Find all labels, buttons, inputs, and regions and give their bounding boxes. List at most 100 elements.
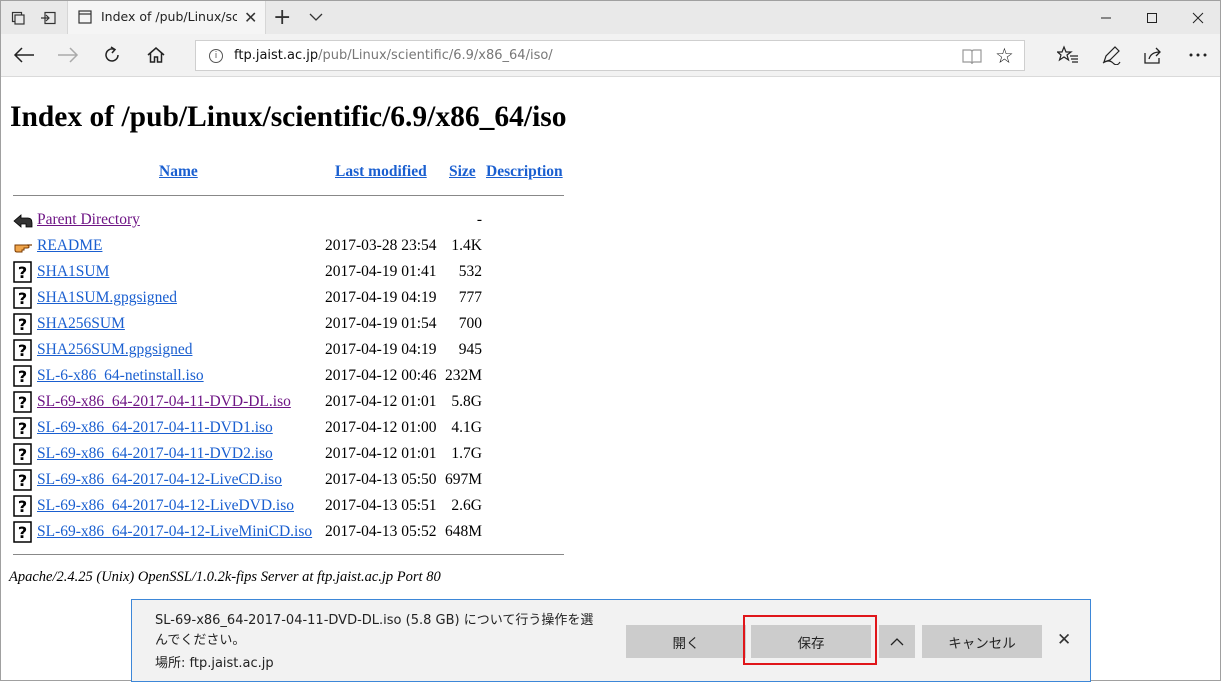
more-icon[interactable] [1185, 42, 1211, 68]
table-row: ? SHA256SUM.gpgsigned 2017-04-19 04:19 945 [1, 337, 601, 363]
column-header-description[interactable]: Description [486, 163, 563, 181]
file-link[interactable]: Parent Directory [37, 211, 140, 229]
tab-preview-icon[interactable] [7, 7, 29, 29]
tab-title: Index of /pub/Linux/scie [101, 9, 237, 24]
file-link[interactable]: SL-69-x86_64-2017-04-11-DVD-DL.iso [37, 393, 291, 411]
download-location: 場所: ftp.jaist.ac.jp [155, 656, 274, 671]
minimize-button[interactable] [1083, 1, 1129, 34]
close-window-button[interactable] [1175, 1, 1221, 34]
file-link[interactable]: SHA1SUM.gpgsigned [37, 289, 177, 307]
server-signature: Apache/2.4.25 (Unix) OpenSSL/1.0.2k-fips… [9, 569, 441, 585]
hand-icon [13, 235, 33, 257]
file-size: 777 [458, 289, 482, 306]
close-icon[interactable]: ✕ [1057, 630, 1071, 650]
svg-text:?: ? [18, 497, 27, 516]
table-row: ? SHA256SUM 2017-04-19 01:54 700 [1, 311, 601, 337]
table-row: README 2017-03-28 23:54 1.4K [1, 233, 601, 259]
back-icon [13, 209, 33, 231]
table-row: ? SL-69-x86_64-2017-04-11-DVD2.iso 2017-04… [1, 441, 601, 467]
back-button[interactable] [11, 42, 37, 68]
file-link[interactable]: SL-6-x86_64-netinstall.iso [37, 367, 204, 385]
pen-icon[interactable] [1098, 42, 1124, 68]
file-size: 1.4K [451, 237, 482, 254]
svg-text:?: ? [18, 315, 27, 334]
unknown-file-icon: ? [13, 287, 33, 309]
page-title: Index of /pub/Linux/scientific/6.9/x86_6… [10, 101, 567, 133]
cancel-button[interactable]: キャンセル [922, 625, 1042, 658]
file-link[interactable]: SL-69-x86_64-2017-04-11-DVD1.iso [37, 419, 273, 437]
svg-text:?: ? [18, 341, 27, 360]
new-tab-icon[interactable]: + [273, 5, 291, 30]
chevron-down-icon[interactable] [307, 8, 325, 26]
file-date: 2017-04-19 01:54 [325, 315, 437, 332]
save-button[interactable]: 保存 [751, 625, 871, 658]
url-host: ftp.jaist.ac.jp [234, 48, 319, 63]
home-button[interactable] [143, 42, 169, 68]
unknown-file-icon: ? [13, 313, 33, 335]
page-content: Index of /pub/Linux/scientific/6.9/x86_6… [1, 77, 1220, 682]
file-size: 697M [444, 471, 482, 488]
file-size: 1.7G [451, 445, 482, 462]
table-row: ? SHA1SUM 2017-04-19 01:41 532 [1, 259, 601, 285]
file-size: 532 [458, 263, 482, 280]
file-link[interactable]: SHA256SUM [37, 315, 125, 333]
svg-text:?: ? [18, 523, 27, 542]
reading-view-icon[interactable] [962, 48, 982, 65]
svg-text:?: ? [18, 289, 27, 308]
maximize-button[interactable] [1129, 1, 1175, 34]
column-header-last-modified[interactable]: Last modified [335, 163, 427, 181]
file-link[interactable]: README [37, 237, 102, 255]
file-link[interactable]: SL-69-x86_64-2017-04-11-DVD2.iso [37, 445, 273, 463]
table-row: ? SL-69-x86_64-2017-04-12-LiveDVD.iso 2017… [1, 493, 601, 519]
info-icon[interactable]: i [209, 49, 223, 63]
unknown-file-icon: ? [13, 469, 33, 491]
file-size: 700 [458, 315, 482, 332]
unknown-file-icon: ? [13, 443, 33, 465]
file-link[interactable]: SL-69-x86_64-2017-04-12-LiveMiniCD.iso [37, 523, 312, 541]
file-date: 2017-04-12 01:00 [325, 419, 437, 436]
file-size: 5.8G [451, 393, 482, 410]
table-row: ? SHA1SUM.gpgsigned 2017-04-19 04:19 777 [1, 285, 601, 311]
share-icon[interactable] [1141, 42, 1167, 68]
table-row: ? SL-69-x86_64-2017-04-11-DVD-DL.iso 2017-… [1, 389, 601, 415]
table-row: ? SL-69-x86_64-2017-04-11-DVD1.iso 2017-04… [1, 415, 601, 441]
tab-close-icon[interactable]: ✕ [244, 8, 257, 27]
active-tab[interactable]: Index of /pub/Linux/scie ✕ [67, 1, 266, 34]
column-header-size[interactable]: Size [449, 163, 476, 181]
file-date: 2017-04-13 05:51 [325, 497, 437, 514]
svg-text:?: ? [18, 419, 27, 438]
file-link[interactable]: SHA1SUM [37, 263, 109, 281]
file-link[interactable]: SL-69-x86_64-2017-04-12-LiveCD.iso [37, 471, 282, 489]
file-date: 2017-04-12 01:01 [325, 393, 437, 410]
file-date: 2017-04-19 04:19 [325, 289, 437, 306]
favorite-star-icon[interactable]: ☆ [995, 44, 1014, 68]
page-icon [78, 10, 92, 24]
url-path: /pub/Linux/scientific/6.9/x86_64/iso/ [318, 48, 553, 63]
unknown-file-icon: ? [13, 391, 33, 413]
file-date: 2017-04-13 05:52 [325, 523, 437, 540]
set-aside-tabs-icon[interactable] [37, 7, 59, 29]
unknown-file-icon: ? [13, 365, 33, 387]
file-size: - [476, 211, 482, 228]
save-options-button[interactable] [879, 625, 915, 658]
column-header-name[interactable]: Name [159, 163, 198, 181]
url-text[interactable]: ftp.jaist.ac.jp/pub/Linux/scientific/6.9… [234, 48, 553, 63]
svg-text:?: ? [18, 471, 27, 490]
file-size: 945 [458, 341, 482, 358]
unknown-file-icon: ? [13, 521, 33, 543]
title-bar: Index of /pub/Linux/scie ✕ + [1, 1, 1220, 34]
unknown-file-icon: ? [13, 417, 33, 439]
unknown-file-icon: ? [13, 261, 33, 283]
file-link[interactable]: SL-69-x86_64-2017-04-12-LiveDVD.iso [37, 497, 294, 515]
navigation-bar: i ftp.jaist.ac.jp/pub/Linux/scientific/6… [1, 34, 1220, 77]
address-bar[interactable]: i ftp.jaist.ac.jp/pub/Linux/scientific/6… [195, 40, 1025, 71]
file-size: 2.6G [451, 497, 482, 514]
file-link[interactable]: SHA256SUM.gpgsigned [37, 341, 192, 359]
forward-button[interactable] [55, 42, 81, 68]
refresh-button[interactable] [99, 42, 125, 68]
chevron-up-icon [890, 637, 904, 645]
favorites-list-icon[interactable] [1055, 42, 1081, 68]
divider [13, 554, 564, 555]
open-button[interactable]: 開く [626, 625, 746, 658]
svg-text:?: ? [18, 367, 27, 386]
